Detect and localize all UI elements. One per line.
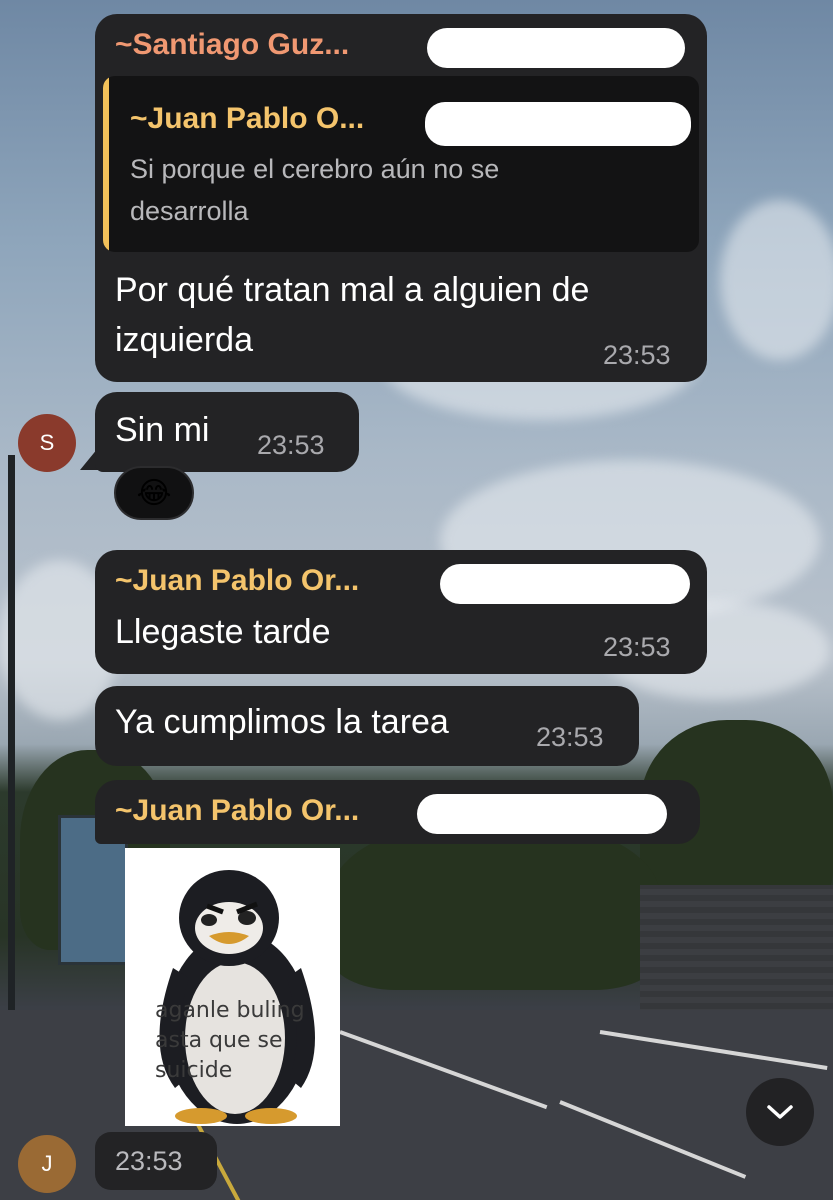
sender-name[interactable]: ~Santiago Guz... <box>115 28 349 62</box>
message-text: Llegaste tarde <box>115 613 331 651</box>
scroll-to-bottom-button[interactable] <box>746 1078 814 1146</box>
message-header-bubble[interactable]: ~Juan Pablo Or... <box>95 780 700 844</box>
sender-name[interactable]: ~Juan Pablo Or... <box>115 564 359 598</box>
message-text-line: Por qué tratan mal a alguien de <box>115 271 590 309</box>
quote-sender-name: ~Juan Pablo O... <box>130 102 365 135</box>
message-time: 23:53 <box>257 430 325 460</box>
face-with-tears-of-joy-icon: 😂 <box>136 476 172 510</box>
sticker-caption-line: asta que se <box>155 1028 283 1053</box>
quoted-message[interactable]: ~Juan Pablo O... Si porque el cerebro aú… <box>103 76 699 252</box>
message-bubble-santiago[interactable]: ~Santiago Guz... ~Juan Pablo O... Si por… <box>95 14 707 382</box>
message-text-line: izquierda <box>115 321 253 359</box>
redacted-phone <box>440 564 690 604</box>
sticker-caption-line: aganle buling <box>155 998 305 1023</box>
avatar-letter: J <box>41 1151 53 1176</box>
message-bubble-llegaste-tarde[interactable]: ~Juan Pablo Or... Llegaste tarde 23:53 <box>95 550 707 674</box>
penguin-image <box>159 870 315 1124</box>
message-bubble-sin-mi[interactable]: Sin mi 23:53 <box>95 392 359 472</box>
redacted-phone <box>417 794 667 834</box>
message-time: 23:53 <box>603 632 671 662</box>
sticker-time-pill: 23:53 <box>95 1132 217 1190</box>
message-text: Ya cumplimos la tarea <box>115 703 449 741</box>
message-bubble-ya-cumplimos[interactable]: Ya cumplimos la tarea 23:53 <box>95 686 639 766</box>
quote-accent-bar <box>103 76 109 252</box>
avatar-letter: S <box>39 430 55 455</box>
redacted-phone <box>425 102 691 146</box>
avatar-s[interactable]: S <box>18 414 76 472</box>
quote-text-line: desarrolla <box>130 196 249 226</box>
penguin-sticker[interactable]: aganle buling asta que se suicide <box>125 848 340 1126</box>
redacted-phone <box>427 28 685 68</box>
message-time: 23:53 <box>115 1146 183 1176</box>
sticker-caption-line: suicide <box>155 1058 233 1083</box>
quote-text-line: Si porque el cerebro aún no se <box>130 154 500 184</box>
message-text: Sin mi <box>115 411 210 449</box>
sender-name[interactable]: ~Juan Pablo Or... <box>115 794 359 828</box>
reaction-badge[interactable]: 😂 <box>114 466 194 520</box>
avatar-j[interactable]: J <box>18 1135 76 1193</box>
message-time: 23:53 <box>603 340 671 370</box>
message-time: 23:53 <box>536 722 604 752</box>
chevron-down-icon <box>767 1105 793 1119</box>
